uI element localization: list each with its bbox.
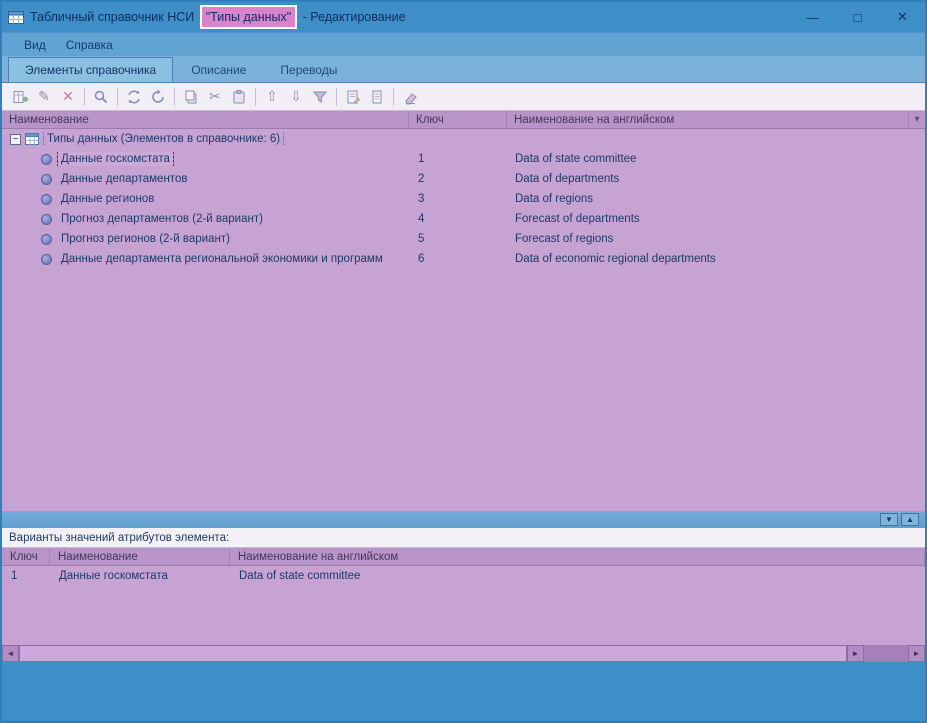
column-chooser-icon[interactable]: ▾ [909,111,925,128]
item-bullet-icon [41,194,52,205]
attributes-panel-title: Варианты значений атрибутов элемента: [2,528,925,548]
item-bullet-icon [41,234,52,245]
title-bar: Табличный справочник НСИ "Типы данных" -… [2,2,925,32]
attributes-grid: 1 Данные госкомстата Data of state commi… [2,566,925,645]
maximize-button[interactable]: □ [835,2,880,32]
move-up-icon[interactable]: ⇧ [260,86,284,108]
row-name: Прогноз департаментов (2-й вариант) [58,212,266,226]
column-header-key[interactable]: Ключ [409,111,507,128]
table-row[interactable]: Данные департамента региональной экономи… [2,249,925,269]
attributes-grid-header: Ключ Наименование Наименование на англий… [2,548,925,566]
panel-splitter[interactable]: ▼ ▲ [2,511,925,528]
toolbar-separator [255,88,256,106]
row-key: 6 [409,253,507,265]
move-down-icon[interactable]: ⇩ [284,86,308,108]
tab-description[interactable]: Описание [175,58,262,82]
tab-elements[interactable]: Элементы справочника [8,57,173,82]
sync-all-icon[interactable] [122,86,146,108]
row-english: Forecast of regions [507,233,925,245]
scroll-left-icon[interactable]: ◄ [2,645,19,662]
scroll-right-icon[interactable]: ► [847,645,864,662]
edit-record-icon[interactable]: ✎ [32,86,56,108]
tab-strip: Элементы справочника Описание Переводы [2,56,925,83]
refresh-icon[interactable] [146,86,170,108]
column-header-english[interactable]: Наименование на английском [507,111,909,128]
scrollbar-track[interactable] [864,645,908,662]
copy-icon[interactable] [179,86,203,108]
minimize-button[interactable]: — [790,2,835,32]
collapse-expander-icon[interactable]: − [10,134,21,145]
row-english: Data of state committee [507,153,925,165]
column-header-key[interactable]: Ключ [2,548,50,565]
table-row[interactable]: 1 Данные госкомстата Data of state commi… [2,566,925,586]
filter-icon[interactable] [308,86,332,108]
row-key: 2 [409,173,507,185]
tree-root-row[interactable]: − Типы данных (Элементов в справочнике: … [2,129,925,149]
item-bullet-icon [41,174,52,185]
row-name: Данные госкомстата [50,570,230,582]
row-key: 1 [2,570,50,582]
search-icon[interactable] [89,86,113,108]
window-title-highlight: "Типы данных" [200,5,297,29]
scroll-far-right-icon[interactable]: ► [908,645,925,662]
table-row[interactable]: Прогноз регионов (2-й вариант) 5 Forecas… [2,229,925,249]
table-row[interactable]: Данные регионов 3 Data of regions [2,189,925,209]
toolbar-separator [336,88,337,106]
app-window: Табличный справочник НСИ "Типы данных" -… [0,0,927,723]
row-english: Forecast of departments [507,213,925,225]
row-english: Data of regions [507,193,925,205]
collapse-panel-icon[interactable]: ▼ [880,513,898,526]
copy-document-icon[interactable] [365,86,389,108]
menu-bar: Вид Справка [2,32,925,56]
column-header-english[interactable]: Наименование на английском [230,548,925,565]
delete-record-icon[interactable]: ✕ [56,86,80,108]
row-english: Data of state committee [230,570,925,582]
close-button[interactable]: ✕ [880,2,925,32]
toolbar-separator [174,88,175,106]
horizontal-scrollbar[interactable]: ◄ ► ► [2,645,925,662]
window-title-suffix: - Редактирование [299,10,405,24]
reference-tree: − Типы данных (Элементов в справочнике: … [2,129,925,511]
row-key: 5 [409,233,507,245]
column-header-name[interactable]: Наименование [50,548,230,565]
cut-icon[interactable]: ✂ [203,86,227,108]
item-bullet-icon [41,214,52,225]
window-title-prefix: Табличный справочник НСИ [30,10,198,24]
row-name: Прогноз регионов (2-й вариант) [58,232,233,246]
toolbar: ✎ ✕ ✂ ⇧ ⇩ [2,83,925,111]
grid-header: Наименование Ключ Наименование на англий… [2,111,925,129]
menu-item-vid[interactable]: Вид [14,35,56,55]
edit-document-icon[interactable] [341,86,365,108]
table-row[interactable]: Данные госкомстата 1 Data of state commi… [2,149,925,169]
add-record-icon[interactable] [8,86,32,108]
row-key: 4 [409,213,507,225]
table-icon [25,133,39,145]
row-name: Данные регионов [58,192,157,206]
row-english: Data of economic regional departments [507,253,925,265]
tree-root-label: Типы данных (Элементов в справочнике: 6) [44,132,283,146]
toolbar-separator [84,88,85,106]
window-frame-bottom [2,662,925,721]
eraser-icon[interactable] [398,86,422,108]
scrollbar-thumb[interactable] [19,645,847,662]
row-name: Данные госкомстата [58,152,173,166]
toolbar-separator [117,88,118,106]
row-key: 1 [409,153,507,165]
tab-translations[interactable]: Переводы [264,58,353,82]
table-row[interactable]: Данные департаментов 2 Data of departmen… [2,169,925,189]
row-english: Data of departments [507,173,925,185]
row-name: Данные департамента региональной экономи… [58,252,386,266]
row-key: 3 [409,193,507,205]
item-bullet-icon [41,254,52,265]
window-title: Табличный справочник НСИ "Типы данных" -… [30,5,406,29]
expand-panel-icon[interactable]: ▲ [901,513,919,526]
paste-icon[interactable] [227,86,251,108]
toolbar-separator [393,88,394,106]
table-row[interactable]: Прогноз департаментов (2-й вариант) 4 Fo… [2,209,925,229]
row-name: Данные департаментов [58,172,190,186]
column-header-name[interactable]: Наименование [2,111,409,128]
menu-item-spravka[interactable]: Справка [56,35,123,55]
item-bullet-icon [41,154,52,165]
app-icon [8,11,24,24]
